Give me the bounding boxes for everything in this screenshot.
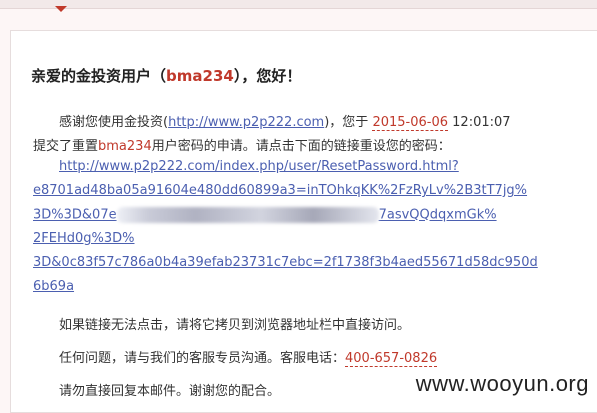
- reset-link-part-2[interactable]: e8701ad48ba05a91604e480dd60899a3=inTOhkq…: [33, 183, 527, 198]
- reset-link-line-1[interactable]: http://www.p2p222.com/index.php/user/Res…: [59, 159, 459, 174]
- reset-link-part-4[interactable]: 2FEHd0g%3D%: [33, 231, 135, 246]
- request-time: 12:01:07: [452, 115, 511, 130]
- reset-link-part-3b[interactable]: 7asvQQdqxmGk%: [379, 208, 497, 223]
- reset-link-line-2[interactable]: e8701ad48ba05a91604e480dd60899a3=inTOhkq…: [33, 183, 527, 198]
- reset-link-line-6[interactable]: 6b69a: [33, 279, 74, 294]
- site-link[interactable]: http://www.p2p222.com: [168, 115, 324, 130]
- watermark: www.wooyun.org: [415, 371, 589, 396]
- thanks-prefix: 感谢您使用金投资(: [59, 115, 169, 130]
- reset-link-part-6[interactable]: 6b69a: [33, 279, 74, 294]
- request-username: bma234: [98, 139, 152, 154]
- reset-link-part-5[interactable]: 3D&0c83f57c786a0b4a39efab23731c7ebc=2f17…: [33, 255, 538, 270]
- reset-link-line-3[interactable]: 3D%3D&07e 7asvQQdqxmGk%: [33, 207, 497, 223]
- no-reply-note: 请勿直接回复本邮件。谢谢您的配合。: [59, 384, 281, 399]
- greeting-heading: 亲爱的金投资用户（bma234），您好！: [31, 65, 301, 86]
- greeting-suffix: ），您好！: [233, 67, 302, 85]
- reset-password-link[interactable]: http://www.p2p222.com/index.php/user/Res…: [59, 159, 459, 174]
- greeting-prefix: 亲爱的金投资用户（: [31, 67, 167, 85]
- greeting-username: bma234: [166, 67, 234, 85]
- redacted-blur: [116, 207, 379, 223]
- copy-hint: 如果链接无法点击，请将它拷贝到浏览器地址栏中直接访问。: [59, 318, 411, 333]
- phone-number: 400-657-0826: [345, 351, 438, 367]
- contact-prefix: 任何问题，请与我们的客服专员沟通。客服电话：: [59, 351, 346, 366]
- reset-link-line-5[interactable]: 3D&0c83f57c786a0b4a39efab23731c7ebc=2f17…: [33, 255, 538, 270]
- reset-link-part-3a[interactable]: 3D%3D&07e: [33, 208, 117, 223]
- request-line: 提交了重置bma234用户密码的申请。请点击下面的链接重设您的密码：: [33, 135, 451, 154]
- top-bar: [0, 0, 597, 9]
- request-date: 2015-06-06: [372, 115, 449, 131]
- thanks-mid: )，您于: [324, 115, 369, 130]
- email-card: 亲爱的金投资用户（bma234），您好！ 感谢您使用金投资(http://www…: [10, 30, 597, 413]
- thanks-line: 感谢您使用金投资(http://www.p2p222.com)，您于 2015-…: [59, 111, 511, 131]
- contact-line: 任何问题，请与我们的客服专员沟通。客服电话：400-657-0826: [59, 347, 438, 367]
- reset-link-line-4[interactable]: 2FEHd0g%3D%: [33, 231, 135, 246]
- caret-down-icon: [55, 6, 67, 12]
- request-prefix: 提交了重置: [33, 139, 99, 154]
- request-suffix: 用户密码的申请。请点击下面的链接重设您的密码：: [151, 139, 451, 154]
